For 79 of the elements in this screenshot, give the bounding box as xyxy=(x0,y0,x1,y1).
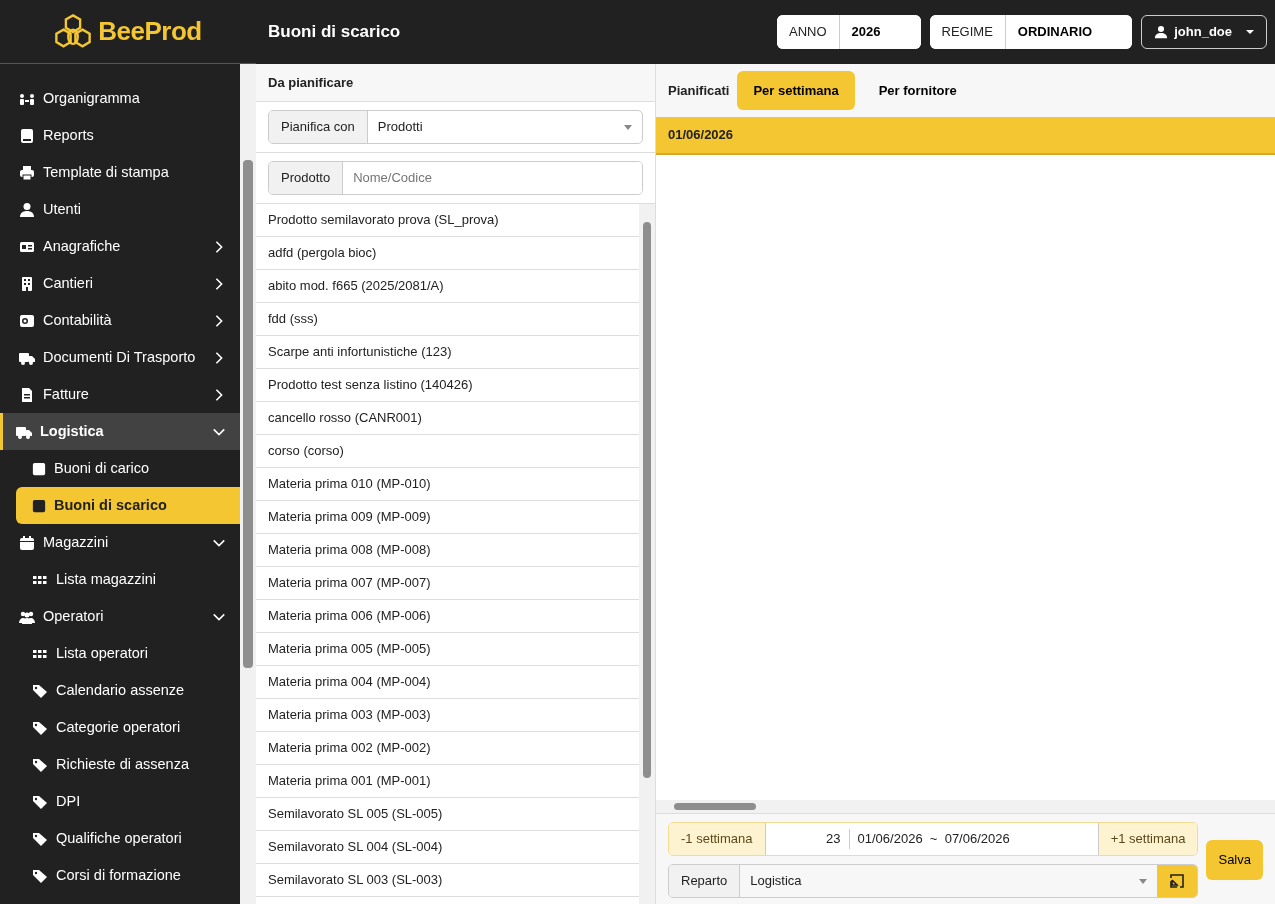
product-row[interactable]: Scarpe anti infortunistiche (123) xyxy=(256,336,639,369)
regime-dropdown[interactable]: ORDINARIO xyxy=(1004,15,1133,49)
sidebar-subitem[interactable]: Richieste di assenza xyxy=(16,746,240,783)
user-menu-button[interactable]: john_doe xyxy=(1141,15,1267,49)
save-button[interactable]: Salva xyxy=(1206,840,1263,880)
scrollbar[interactable] xyxy=(240,64,256,904)
product-row[interactable]: Materia prima 001 (MP-001) xyxy=(256,765,639,798)
user-icon xyxy=(1154,25,1169,39)
product-row[interactable]: Materia prima 006 (MP-006) xyxy=(256,600,639,633)
product-search-field[interactable]: Prodotto Nome/Codice xyxy=(268,161,643,195)
product-row[interactable]: Materia prima 005 (MP-005) xyxy=(256,633,639,666)
product-row[interactable]: cancello rosso (CANR001) xyxy=(256,402,639,435)
calendar-icon xyxy=(19,534,35,551)
sidebar-item[interactable]: Reports xyxy=(0,117,240,154)
product-row[interactable]: Materia prima 010 (MP-010) xyxy=(256,468,639,501)
sidebar-item[interactable]: Documenti Di Trasporto xyxy=(0,339,240,376)
sidebar-item[interactable]: Contabilità xyxy=(0,302,240,339)
square-icon xyxy=(32,461,46,476)
sidebar-item[interactable]: Anagrafiche xyxy=(0,228,240,265)
date-header: 01/06/2026 xyxy=(656,117,1275,155)
previous-week-button[interactable]: -1 settimana xyxy=(669,823,765,855)
tag-icon xyxy=(32,756,48,773)
sidebar-subitem[interactable]: Lista operatori xyxy=(16,635,240,672)
product-row[interactable]: Semilavorato SL 004 (SL-004) xyxy=(256,831,639,864)
square-icon xyxy=(32,498,46,513)
product-row[interactable]: Semilavorato SL 005 (SL-005) xyxy=(256,798,639,831)
sidebar-item[interactable]: Magazzini xyxy=(0,524,240,561)
product-row[interactable]: Materia prima 004 (MP-004) xyxy=(256,666,639,699)
sidebar-item[interactable]: Organigramma xyxy=(0,80,240,117)
section-label: Pianificati xyxy=(668,81,730,100)
sidebar-subitem[interactable]: DPI xyxy=(16,783,240,820)
product-row[interactable]: Prodotto test senza listino (140426) xyxy=(256,369,639,402)
document-icon xyxy=(19,386,35,403)
printer-icon xyxy=(19,164,35,181)
product-row[interactable]: Materia prima 008 (MP-008) xyxy=(256,534,639,567)
sidebar-item[interactable]: Utenti xyxy=(0,191,240,228)
week-range: 01/06/2026 ~ 07/06/2026 xyxy=(856,830,1010,849)
tag-icon xyxy=(32,719,48,736)
product-row[interactable]: Materia prima 003 (MP-003) xyxy=(256,699,639,732)
product-row[interactable]: Semilavorato SL 003 (SL-003) xyxy=(256,864,639,897)
sidebar-subitem[interactable]: Qualifiche operatori xyxy=(16,820,240,857)
sidebar-subitem[interactable]: Categorie operatori xyxy=(16,709,240,746)
product-row[interactable]: Materia prima 007 (MP-007) xyxy=(256,567,639,600)
book-icon xyxy=(19,127,35,144)
cash-icon xyxy=(19,312,35,329)
product-row[interactable]: Materia prima 009 (MP-009) xyxy=(256,501,639,534)
next-week-button[interactable]: +1 settimana xyxy=(1098,823,1198,855)
sidebar-item[interactable]: Fatture xyxy=(0,376,240,413)
product-row[interactable]: fdd (sss) xyxy=(256,303,639,336)
sidebar-subitem[interactable]: Buoni di scarico xyxy=(16,487,240,524)
sidebar-item[interactable]: Operatori xyxy=(0,598,240,635)
tag-icon xyxy=(32,793,48,810)
sidebar-subitem[interactable]: Lista magazzini xyxy=(16,561,240,598)
brand-logo-text: BeeProd xyxy=(98,15,202,48)
sidebar-item[interactable]: Cantieri xyxy=(0,265,240,302)
tab[interactable]: Per fornitore xyxy=(862,70,973,111)
product-row[interactable]: Prodotto semilavorato prova (SL_prova) xyxy=(256,204,639,237)
tab[interactable]: Per settimana xyxy=(737,70,855,111)
tag-icon xyxy=(32,867,48,884)
sidebar-item[interactable]: Logistica xyxy=(0,413,240,450)
scrollbar[interactable] xyxy=(639,204,655,904)
sidebar-item[interactable]: Template di stampa xyxy=(0,154,240,191)
week-number: 23 xyxy=(765,829,850,849)
sidebar-subitem[interactable]: Buoni di carico xyxy=(16,450,240,487)
scrollbar[interactable] xyxy=(656,800,1275,814)
product-label: Prodotto xyxy=(269,162,344,194)
tag-icon xyxy=(32,830,48,847)
building-icon xyxy=(19,275,35,292)
sidebar-subitem[interactable]: Calendario assenze xyxy=(16,672,240,709)
page-title: Buoni di scarico xyxy=(268,21,401,44)
year-dropdown[interactable]: 2026 xyxy=(838,15,921,49)
tag-icon xyxy=(32,682,48,699)
product-row[interactable]: abito mod. f665 (2025/2081/A) xyxy=(256,270,639,303)
product-row[interactable]: Materia prima 002 (MP-002) xyxy=(256,732,639,765)
sidebar-subitem[interactable]: Corsi di formazione xyxy=(16,857,240,894)
panel-title: Da pianificare xyxy=(256,64,655,102)
product-row[interactable]: adfd (pergola bioc) xyxy=(256,237,639,270)
product-row[interactable]: corso (corso) xyxy=(256,435,639,468)
user-icon xyxy=(19,201,35,218)
